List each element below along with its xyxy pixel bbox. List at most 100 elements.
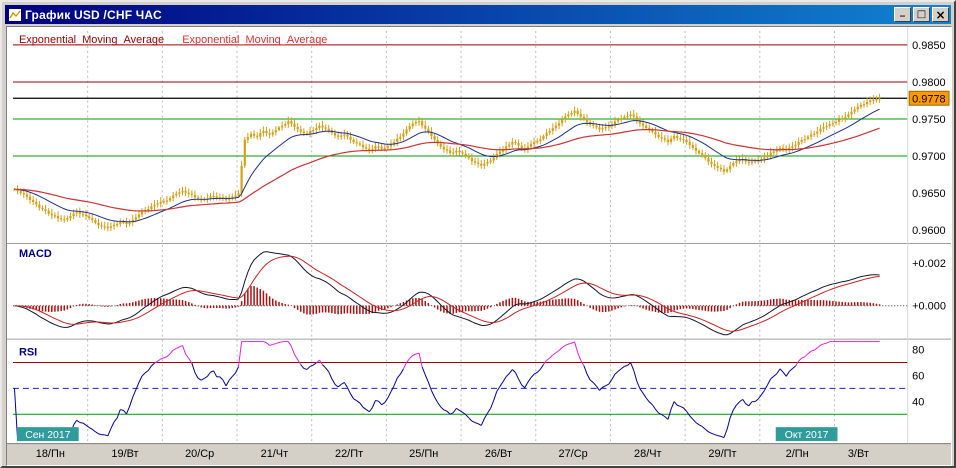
candle-body [38, 204, 40, 207]
title-bar[interactable]: График USD /CHF ЧАС _ □ × [5, 5, 951, 24]
date-label: 21/Чт [261, 448, 289, 460]
candle-body [349, 137, 351, 140]
candle-body [424, 126, 426, 129]
candle-body [860, 105, 862, 107]
candle-body [356, 142, 358, 143]
candle-body [101, 225, 103, 226]
maximize-button[interactable]: □ [913, 7, 930, 22]
candle-body [23, 193, 25, 194]
minimize-button[interactable]: _ [894, 7, 911, 22]
date-label: 3/Вт [848, 448, 869, 460]
month-badge-label: Окт 2017 [785, 430, 829, 441]
candle-body [692, 145, 694, 148]
candle-body [866, 102, 868, 104]
candle-body [241, 166, 243, 193]
candle-body [97, 223, 99, 226]
candle-body [237, 193, 239, 195]
candle-body [188, 193, 190, 194]
candle-body [51, 214, 53, 216]
candle-body [290, 121, 292, 123]
candle-body [421, 121, 423, 125]
candle-body [29, 197, 31, 200]
candle-body [262, 131, 264, 133]
candle-body [315, 128, 317, 130]
candle-body [517, 143, 519, 146]
candle-body [536, 141, 538, 142]
candle-body [122, 222, 124, 223]
candle-body [471, 158, 473, 161]
candle-body [160, 202, 162, 203]
candle-body [402, 134, 404, 137]
date-label: 19/Вт [111, 448, 138, 460]
candle-body [433, 136, 435, 140]
candle-body [443, 147, 445, 149]
candle-body [79, 212, 81, 214]
candle-body [595, 126, 597, 128]
candle-body [546, 133, 548, 136]
candle-body [63, 219, 65, 220]
minimize-icon: _ [900, 7, 905, 17]
candle-body [555, 126, 557, 128]
candle-body [844, 117, 846, 118]
candle-body [250, 134, 252, 137]
candle-body [60, 218, 62, 219]
candle-body [819, 129, 821, 132]
candle-body [293, 124, 295, 127]
candle-body [670, 139, 672, 142]
candle-body [312, 130, 314, 131]
candle-body [776, 150, 778, 151]
candle-body [841, 118, 843, 119]
candle-body [32, 200, 34, 202]
candle-body [194, 195, 196, 198]
candle-body [381, 147, 383, 149]
candle-body [651, 130, 653, 132]
candle-body [181, 191, 183, 193]
candle-body [863, 104, 865, 105]
candle-body [300, 129, 302, 131]
candle-body [247, 137, 249, 140]
candle-body [791, 146, 793, 147]
price-tick-label: 0.9750 [912, 114, 945, 126]
candle-body [483, 164, 485, 166]
candle-body [150, 206, 152, 208]
candle-body [340, 136, 342, 137]
candle-body [605, 127, 607, 128]
window-icon[interactable] [8, 8, 22, 22]
candle-body [608, 126, 610, 127]
date-label: 2/Пн [786, 448, 809, 460]
close-button[interactable]: × [932, 7, 949, 22]
candle-body [869, 100, 871, 102]
rsi-line-segment [718, 436, 721, 437]
rsi-tick-label: 60 [912, 370, 924, 382]
candle-body [415, 122, 417, 123]
candle-body [847, 115, 849, 117]
candle-body [714, 164, 716, 166]
candle-body [26, 194, 28, 196]
candle-body [119, 222, 121, 224]
candle-body [511, 142, 513, 145]
candle-body [838, 119, 840, 121]
candle-body [465, 154, 467, 156]
macd-panel-label: MACD [19, 248, 52, 260]
candle-body [514, 142, 516, 143]
candle-body [69, 216, 71, 218]
chart-area[interactable]: 0.98500.98000.97500.97000.96500.9600+0.0… [6, 26, 952, 466]
price-tick-label: 0.9850 [912, 40, 945, 52]
candle-body [620, 118, 622, 119]
candle-body [325, 127, 327, 128]
chart-canvas[interactable]: 0.98500.98000.97500.97000.96500.9600+0.0… [7, 27, 951, 465]
candle-body [676, 136, 678, 138]
candle-body [667, 140, 669, 142]
candle-body [583, 117, 585, 119]
candle-body [362, 145, 364, 147]
candle-body [748, 161, 750, 162]
candle-body [754, 161, 756, 162]
candle-body [94, 220, 96, 223]
candle-body [533, 142, 535, 144]
rsi-line-segment [375, 400, 378, 401]
candle-body [458, 151, 460, 152]
candle-body [44, 209, 46, 211]
candle-body [561, 120, 563, 124]
candle-body [633, 115, 635, 117]
candle-body [661, 137, 663, 138]
